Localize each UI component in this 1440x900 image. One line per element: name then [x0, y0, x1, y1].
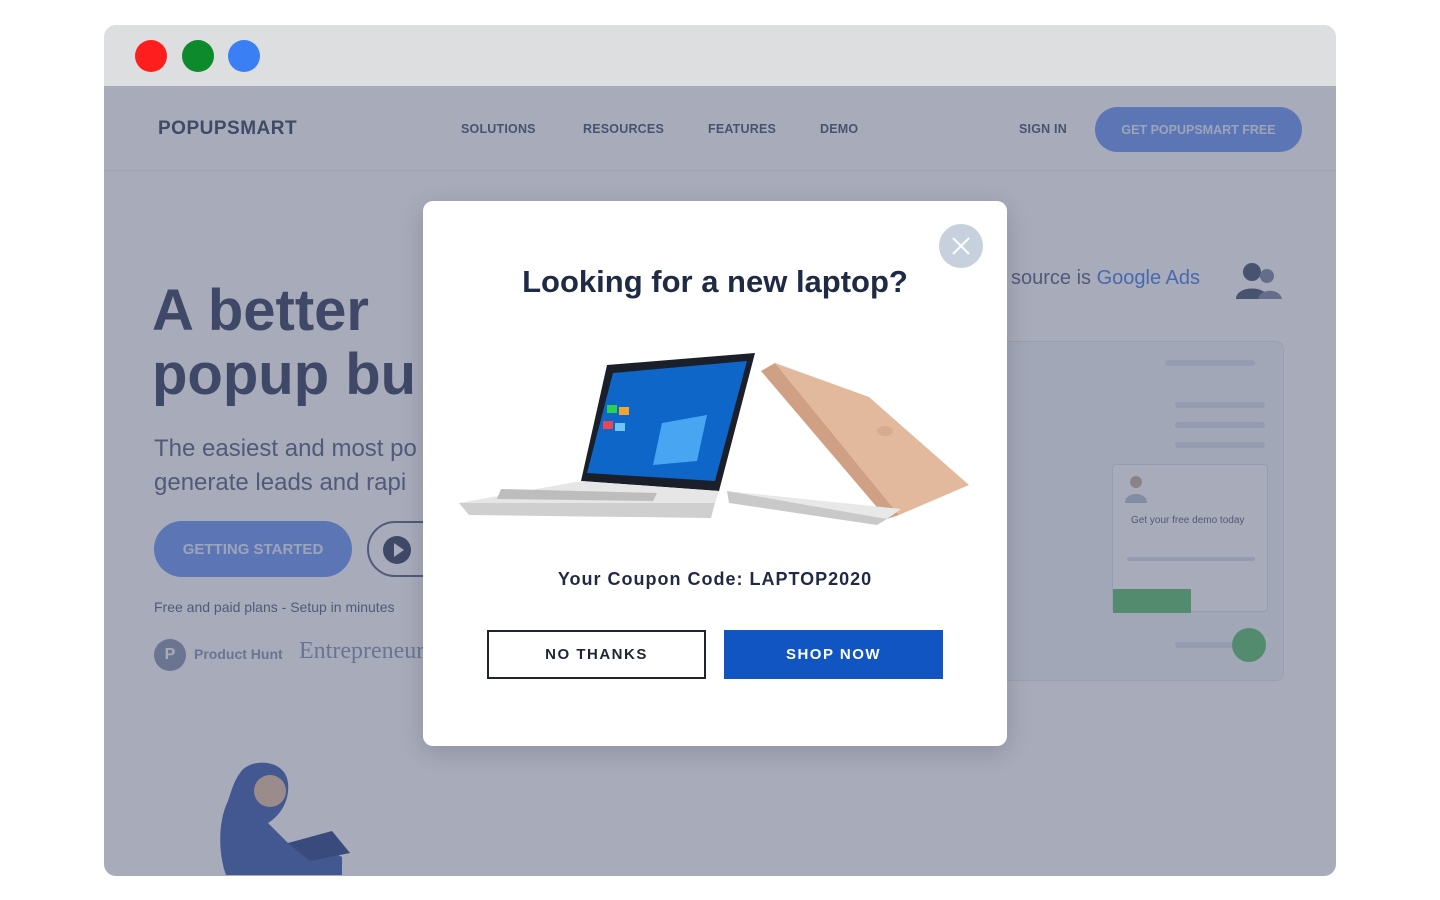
close-icon — [952, 237, 970, 255]
laptops-image — [459, 353, 969, 525]
no-thanks-button[interactable]: NO THANKS — [487, 630, 706, 679]
browser-window: POPUPSMART SOLUTIONS RESOURCES FEATURES … — [104, 25, 1336, 876]
popup-close-button[interactable] — [939, 224, 983, 268]
window-minimize-dot[interactable] — [182, 40, 214, 72]
coupon-popup: Looking for a new laptop? Your Coupon Co… — [423, 201, 1007, 746]
window-titlebar — [104, 25, 1336, 86]
shop-now-button[interactable]: SHOP NOW — [724, 630, 943, 679]
window-close-dot[interactable] — [135, 40, 167, 72]
coupon-code-text: Your Coupon Code: LAPTOP2020 — [557, 569, 873, 589]
window-maximize-dot[interactable] — [228, 40, 260, 72]
website-background: POPUPSMART SOLUTIONS RESOURCES FEATURES … — [104, 86, 1336, 876]
popup-title: Looking for a new laptop? — [522, 264, 908, 299]
